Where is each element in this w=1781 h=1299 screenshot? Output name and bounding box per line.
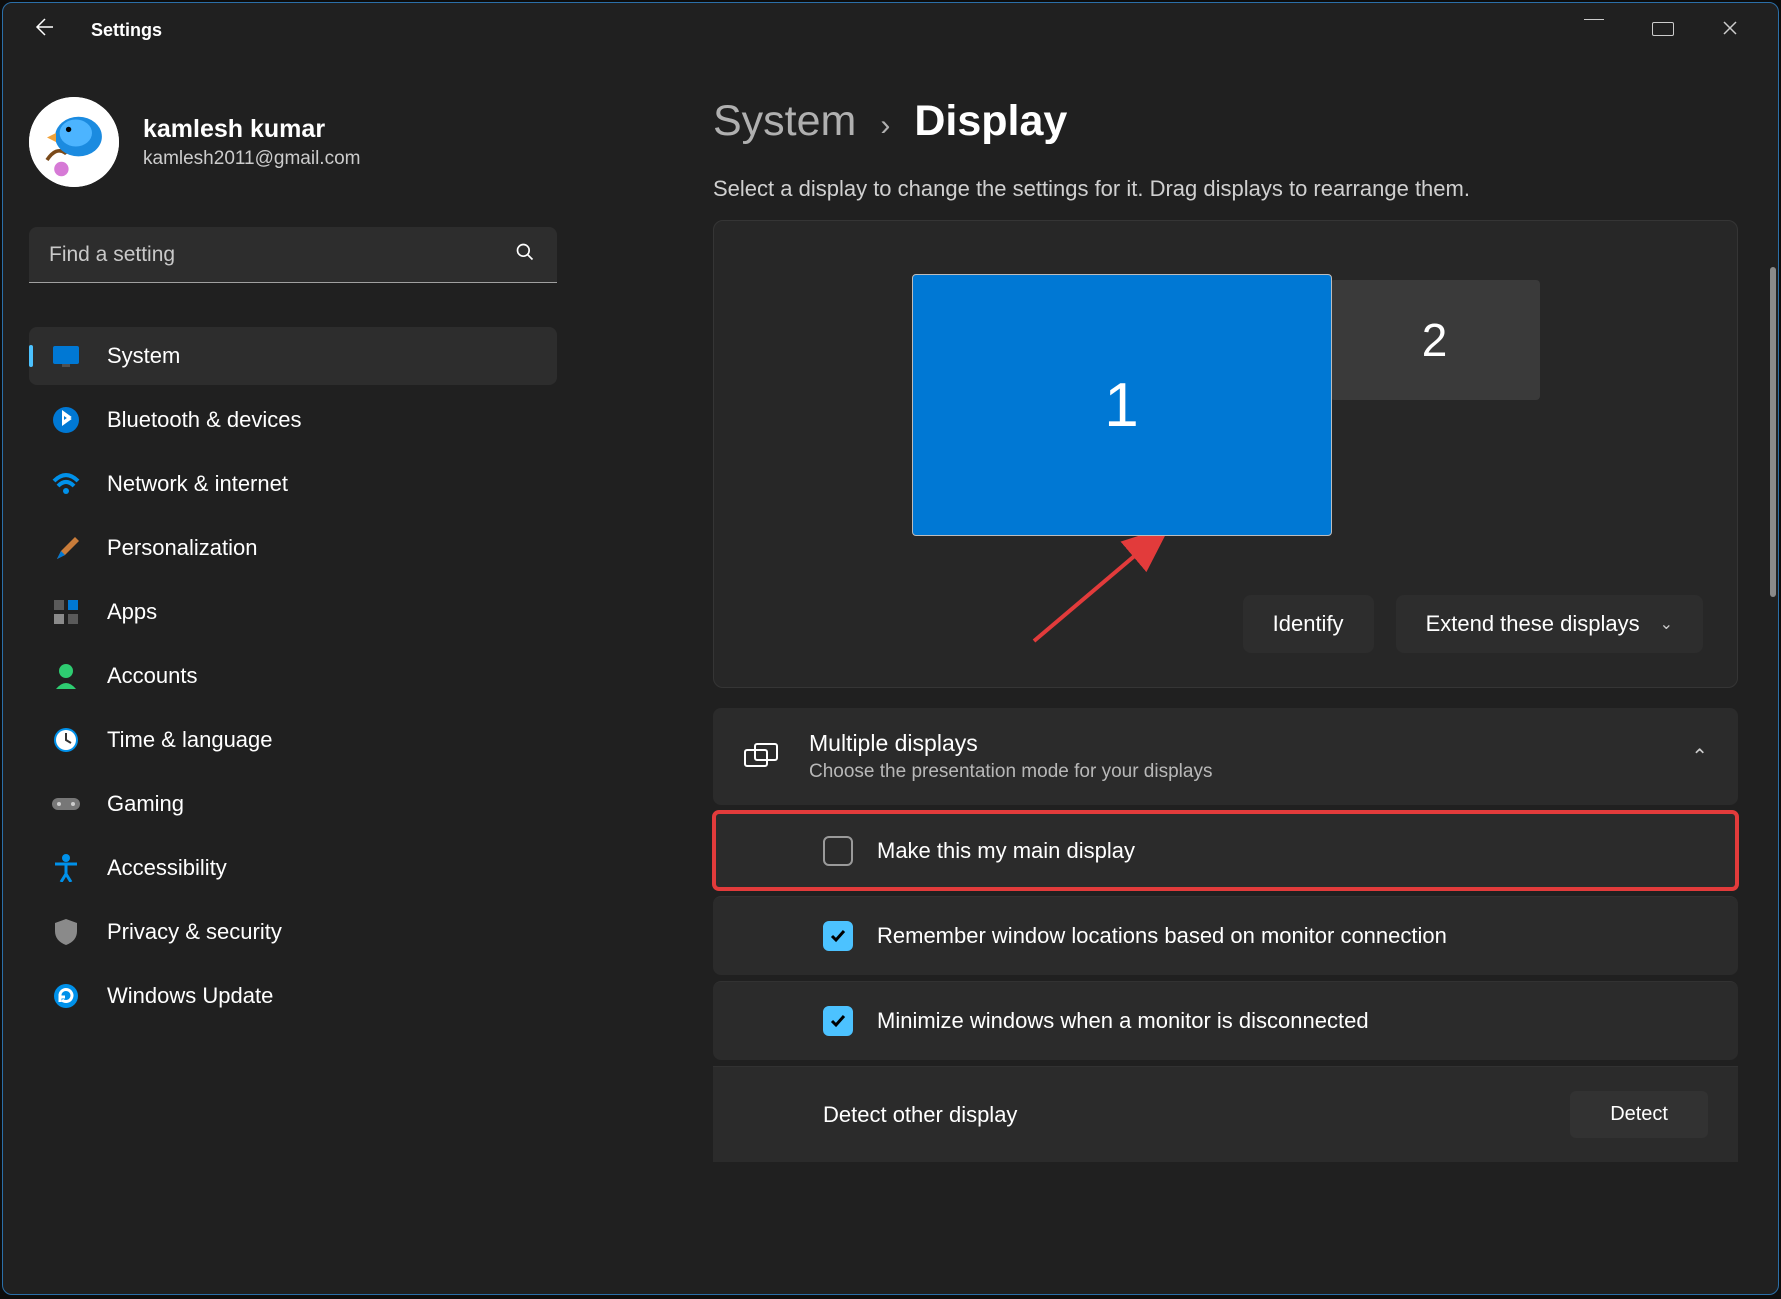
sidebar-item-system[interactable]: System — [29, 327, 557, 385]
card-subtitle: Choose the presentation mode for your di… — [809, 761, 1661, 783]
breadcrumb-parent[interactable]: System — [713, 97, 856, 146]
sidebar-item-time[interactable]: Time & language — [29, 711, 557, 769]
scrollbar[interactable] — [1770, 267, 1776, 597]
search-input[interactable] — [29, 227, 557, 283]
chevron-up-icon: ⌃ — [1691, 744, 1708, 769]
sidebar-item-label: Network & internet — [107, 471, 288, 497]
remember-locations-checkbox[interactable] — [823, 921, 853, 951]
display-help-text: Select a display to change the settings … — [713, 176, 1738, 202]
shield-icon — [51, 917, 81, 947]
minimize-button[interactable] — [1574, 14, 1614, 47]
breadcrumb: System › Display — [713, 97, 1738, 146]
multiple-displays-header[interactable]: Multiple displays Choose the presentatio… — [713, 708, 1738, 805]
app-title: Settings — [91, 20, 162, 41]
avatar — [29, 97, 119, 187]
sidebar-item-update[interactable]: Windows Update — [29, 967, 557, 1025]
remember-locations-row: Remember window locations based on monit… — [713, 896, 1738, 975]
sidebar-item-label: Gaming — [107, 791, 184, 817]
profile-block[interactable]: kamlesh kumar kamlesh2011@gmail.com — [29, 97, 557, 187]
sidebar-item-apps[interactable]: Apps — [29, 583, 557, 641]
card-title: Multiple displays — [809, 730, 1661, 757]
main-display-label: Make this my main display — [877, 838, 1135, 864]
sidebar-item-label: Windows Update — [107, 983, 273, 1009]
main-display-row: Make this my main display — [713, 811, 1738, 890]
nav-list: System Bluetooth & devices Network & int… — [29, 327, 557, 1025]
minimize-disconnected-row: Minimize windows when a monitor is disco… — [713, 981, 1738, 1060]
apps-icon — [51, 597, 81, 627]
search-icon — [515, 242, 535, 268]
identify-button[interactable]: Identify — [1243, 595, 1374, 653]
window-controls — [1574, 14, 1758, 47]
brush-icon — [51, 533, 81, 563]
close-button[interactable] — [1712, 14, 1748, 47]
main-display-checkbox[interactable] — [823, 836, 853, 866]
sidebar-item-label: Privacy & security — [107, 919, 282, 945]
detect-other-row: Detect other display Detect — [713, 1066, 1738, 1162]
person-icon — [51, 661, 81, 691]
gamepad-icon — [51, 789, 81, 819]
sidebar-item-bluetooth[interactable]: Bluetooth & devices — [29, 391, 557, 449]
sidebar-item-network[interactable]: Network & internet — [29, 455, 557, 513]
update-icon — [51, 981, 81, 1011]
multiple-displays-icon — [743, 739, 779, 775]
system-icon — [51, 341, 81, 371]
page-title: Display — [914, 97, 1067, 146]
sidebar-item-accessibility[interactable]: Accessibility — [29, 839, 557, 897]
main-content: System › Display Select a display to cha… — [583, 57, 1778, 1294]
sidebar-item-label: Bluetooth & devices — [107, 407, 301, 433]
detect-button[interactable]: Detect — [1570, 1091, 1708, 1138]
sidebar: kamlesh kumar kamlesh2011@gmail.com Syst… — [3, 57, 583, 1294]
minimize-disconnected-label: Minimize windows when a monitor is disco… — [877, 1008, 1369, 1034]
sidebar-item-accounts[interactable]: Accounts — [29, 647, 557, 705]
monitor-2[interactable]: 2 — [1330, 280, 1540, 400]
sidebar-item-personalization[interactable]: Personalization — [29, 519, 557, 577]
wifi-icon — [51, 469, 81, 499]
remember-locations-label: Remember window locations based on monit… — [877, 923, 1447, 949]
sidebar-item-label: Apps — [107, 599, 157, 625]
back-button[interactable] — [23, 7, 63, 53]
bluetooth-icon — [51, 405, 81, 435]
sidebar-item-label: System — [107, 343, 180, 369]
chevron-right-icon: › — [880, 109, 890, 143]
search-wrap — [29, 227, 557, 283]
titlebar: Settings — [3, 3, 1778, 57]
settings-window: Settings — [2, 2, 1779, 1295]
detect-other-label: Detect other display — [823, 1102, 1017, 1128]
minimize-disconnected-checkbox[interactable] — [823, 1006, 853, 1036]
monitor-1[interactable]: 1 — [912, 274, 1332, 536]
sidebar-item-label: Accessibility — [107, 855, 227, 881]
clock-icon — [51, 725, 81, 755]
sidebar-item-gaming[interactable]: Gaming — [29, 775, 557, 833]
monitor-arrangement-panel: 1 2 Identify Extend these displays ⌄ — [713, 220, 1738, 688]
sidebar-item-label: Time & language — [107, 727, 273, 753]
maximize-button[interactable] — [1642, 14, 1684, 47]
multiple-displays-card: Multiple displays Choose the presentatio… — [713, 708, 1738, 805]
chevron-down-icon: ⌄ — [1660, 614, 1673, 634]
profile-email: kamlesh2011@gmail.com — [143, 148, 360, 170]
extend-displays-dropdown[interactable]: Extend these displays ⌄ — [1396, 595, 1703, 653]
sidebar-item-label: Accounts — [107, 663, 198, 689]
sidebar-item-label: Personalization — [107, 535, 257, 561]
sidebar-item-privacy[interactable]: Privacy & security — [29, 903, 557, 961]
profile-name: kamlesh kumar — [143, 115, 360, 144]
accessibility-icon — [51, 853, 81, 883]
